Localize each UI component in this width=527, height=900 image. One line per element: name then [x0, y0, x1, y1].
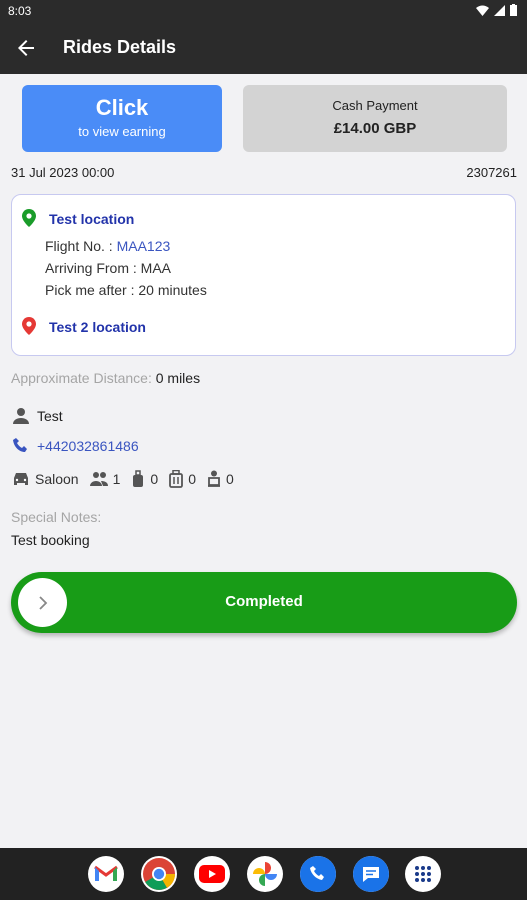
pickup-pin-icon [22, 209, 36, 227]
back-arrow-icon[interactable] [14, 36, 38, 60]
location-card: Test location Flight No. : MAA123 Arrivi… [11, 194, 516, 356]
vehicle-type: Saloon [35, 471, 79, 487]
person-icon [13, 408, 29, 424]
flight-number-value: MAA123 [116, 238, 171, 254]
bag-count: 0 [150, 471, 159, 487]
wifi-icon [476, 5, 489, 16]
child-seat-icon [207, 470, 220, 487]
chrome-icon[interactable] [141, 856, 177, 892]
gmail-icon[interactable] [88, 856, 124, 892]
special-notes-text: Test booking [11, 532, 90, 548]
system-icons [476, 4, 517, 16]
pickup-location[interactable]: Test location [49, 211, 134, 227]
passengers-icon [89, 472, 108, 486]
passenger-name: Test [37, 408, 63, 424]
dropoff-pin-icon [22, 317, 36, 335]
status-time: 8:03 [8, 4, 32, 18]
distance-value: 0 miles [151, 370, 201, 386]
status-bar: 8:03 [0, 0, 527, 22]
pick-me-after: Pick me after : 20 minutes [45, 282, 207, 298]
luggage-count: 0 [188, 471, 196, 487]
arriving-from: Arriving From : MAA [45, 260, 172, 276]
phone-app-icon[interactable] [300, 856, 336, 892]
battery-icon [510, 4, 517, 16]
car-icon [14, 473, 28, 485]
flight-number: Flight No. : MAA123 [45, 238, 170, 254]
page-title: Rides Details [63, 37, 177, 57]
ride-date: 31 Jul 2023 00:00 [11, 165, 115, 180]
view-earning-button[interactable]: Click to view earning [22, 85, 222, 152]
luggage-icon [169, 470, 184, 488]
earning-button-subtitle: to view earning [78, 124, 166, 139]
signal-icon [494, 4, 505, 16]
dropoff-location[interactable]: Test 2 location [49, 319, 146, 335]
passenger-phone[interactable]: +442032861486 [37, 438, 139, 454]
special-notes-label: Special Notes: [11, 509, 102, 525]
child-seat-count: 0 [225, 471, 234, 487]
bag-icon [133, 470, 144, 487]
distance-label: Approximate Distance: [11, 370, 152, 386]
vehicle-info-row: Saloon 1 0 0 0 [11, 469, 244, 489]
app-drawer-icon[interactable] [405, 856, 441, 892]
passenger-name-row: Test [11, 407, 63, 425]
phone-icon [13, 438, 27, 452]
payment-box: Cash Payment £14.00 GBP [243, 85, 507, 152]
completed-slider[interactable]: Completed [11, 572, 517, 633]
youtube-icon[interactable] [194, 856, 230, 892]
passenger-count: 1 [112, 471, 121, 487]
payment-method: Cash Payment [332, 98, 418, 113]
app-bar: Rides Details [0, 22, 527, 74]
payment-amount: £14.00 GBP [333, 120, 417, 137]
slider-label: Completed [225, 593, 303, 610]
flight-label: Flight No. : [45, 238, 117, 254]
passenger-phone-row: +442032861486 [11, 437, 139, 455]
messages-icon[interactable] [353, 856, 389, 892]
earning-button-title: Click [95, 95, 149, 120]
approximate-distance: Approximate Distance: 0 miles [11, 370, 200, 386]
photos-icon[interactable] [247, 856, 283, 892]
ride-reference: 2307261 [466, 165, 517, 180]
